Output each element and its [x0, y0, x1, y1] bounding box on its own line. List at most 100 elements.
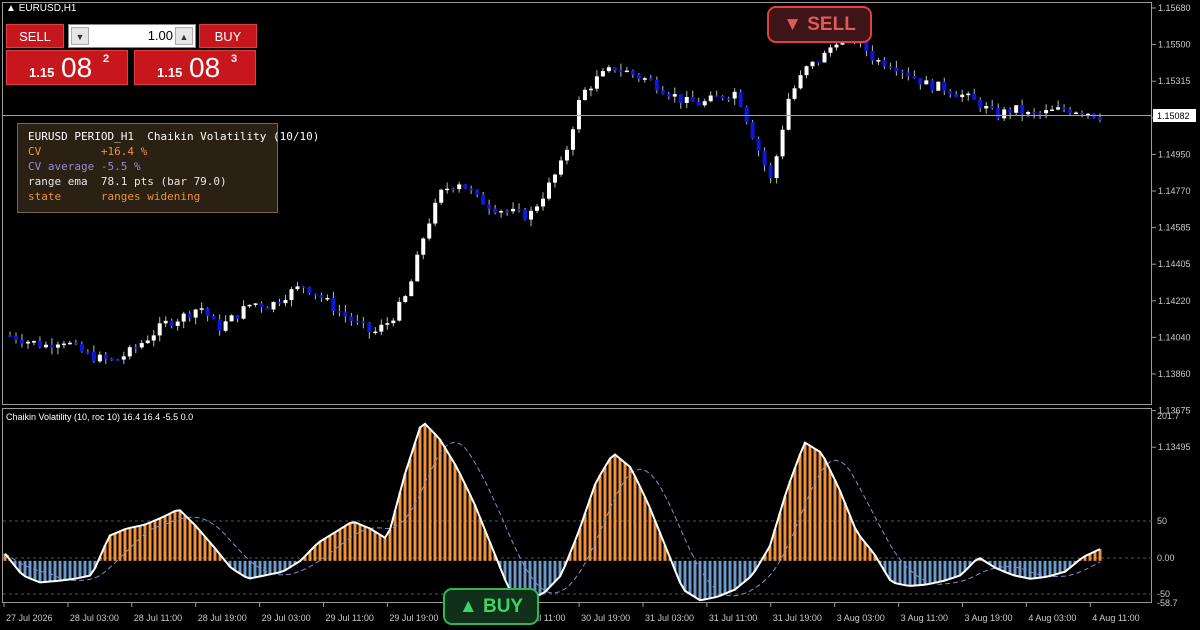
- price-tick-label: 1.14950: [1158, 149, 1191, 159]
- histogram-bar: [48, 560, 52, 582]
- histogram-bar: [143, 524, 147, 561]
- time-tick-label: 31 Jul 11:00: [709, 613, 757, 623]
- histogram-bar: [583, 513, 587, 561]
- histogram-bar: [933, 560, 937, 583]
- one-click-trading-panel: SELL ▼ 1.00 ▲ BUY 1.15 08 2 1.15 08 3: [6, 24, 257, 85]
- info-row: range ema 78.1 pts (bar 79.0): [28, 175, 227, 188]
- sell-price-button[interactable]: 1.15 08 2: [6, 50, 128, 85]
- histogram-bar: [853, 527, 857, 561]
- histogram-bar: [1028, 560, 1032, 579]
- lot-size-input[interactable]: 1.00: [91, 25, 173, 47]
- histogram-bar: [268, 560, 272, 575]
- triangle-up-icon[interactable]: ▲: [6, 3, 16, 14]
- histogram-bar: [448, 456, 452, 561]
- histogram-bar: [793, 467, 797, 561]
- histogram-bar: [383, 537, 387, 561]
- histogram-bar: [1018, 560, 1022, 577]
- histogram-bar: [388, 529, 392, 561]
- decrease-arrow-icon[interactable]: ▼: [71, 27, 89, 45]
- histogram-bar: [318, 541, 322, 561]
- histogram-bar: [428, 428, 432, 561]
- histogram-bar: [623, 462, 627, 561]
- histogram-bar: [728, 560, 732, 592]
- time-tick-label: 31 Jul 03:00: [645, 613, 694, 623]
- histogram-bar: [783, 496, 787, 561]
- increase-arrow-icon[interactable]: ▲: [175, 27, 193, 45]
- histogram-bar: [238, 560, 242, 574]
- chart-area[interactable]: 1.156801.155001.153151.151351.149501.147…: [0, 0, 1200, 630]
- histogram-bar: [713, 560, 717, 598]
- time-tick-label: 28 Jul 03:00: [70, 613, 119, 623]
- histogram-bar: [613, 454, 617, 561]
- histogram-bar: [938, 560, 942, 582]
- lot-size-stepper[interactable]: ▼ 1.00 ▲: [68, 24, 196, 48]
- price-tick-label: 1.13860: [1158, 369, 1191, 379]
- histogram-bar: [453, 464, 457, 561]
- histogram-bar: [683, 560, 687, 591]
- time-tick-label: 3 Aug 03:00: [837, 613, 885, 623]
- histogram-bar: [703, 560, 707, 600]
- histogram-bar: [1058, 560, 1062, 574]
- candle: [439, 188, 444, 206]
- histogram-bar: [123, 529, 127, 561]
- histogram-bar: [538, 560, 542, 595]
- time-tick-label: 28 Jul 19:00: [198, 613, 247, 623]
- candle: [936, 81, 941, 91]
- histogram-bar: [813, 448, 817, 561]
- histogram-bar: [168, 513, 172, 561]
- histogram-bar: [353, 522, 357, 561]
- histogram-bar: [953, 560, 957, 578]
- histogram-bar: [593, 484, 597, 561]
- histogram-bar: [648, 508, 652, 561]
- histogram-bar: [78, 560, 82, 578]
- sell-price-sup: 2: [103, 53, 110, 65]
- histogram-bar: [113, 533, 117, 561]
- histogram-bar: [163, 515, 167, 561]
- histogram-bar: [478, 517, 482, 561]
- price-tick-label: 1.15315: [1158, 76, 1191, 86]
- histogram-bar: [463, 484, 467, 561]
- histogram-bar: [263, 560, 267, 576]
- histogram-bar: [1043, 560, 1047, 577]
- histogram-bar: [808, 445, 812, 561]
- histogram-bar: [473, 505, 477, 561]
- histogram-bar: [598, 475, 602, 561]
- sell-button[interactable]: SELL: [6, 24, 64, 48]
- indicator-tick-label: 201.7: [1157, 411, 1180, 421]
- candle: [409, 279, 414, 297]
- indicator-info-box: EURUSD PERIOD_H1 Chaikin Volatility (10/…: [17, 123, 319, 213]
- current-price-label: 1.15082: [1157, 111, 1190, 121]
- histogram-bar: [53, 560, 57, 582]
- time-tick-label: 31 Jul 19:00: [773, 613, 822, 623]
- histogram-bar: [193, 525, 197, 561]
- sell-price-big: 08: [61, 52, 93, 83]
- histogram-bar: [243, 560, 247, 577]
- histogram-bar: [203, 536, 207, 561]
- time-tick-label: 28 Jul 11:00: [134, 613, 182, 623]
- histogram-bar: [643, 497, 647, 561]
- histogram-bar: [743, 560, 747, 582]
- time-tick-label: 27 Jul 2026: [6, 613, 53, 623]
- histogram-bar: [43, 560, 47, 582]
- histogram-bar: [148, 522, 152, 561]
- buy-price-big: 08: [189, 52, 221, 83]
- histogram-bar: [183, 515, 187, 561]
- histogram-bar: [248, 560, 252, 579]
- buy-button[interactable]: BUY: [199, 24, 257, 48]
- histogram-bar: [778, 512, 782, 561]
- histogram-bar: [373, 531, 377, 561]
- candle: [780, 125, 785, 160]
- histogram-bar: [893, 560, 897, 584]
- histogram-bar: [653, 520, 657, 561]
- time-tick-label: 3 Aug 11:00: [901, 613, 948, 623]
- candle: [415, 251, 420, 282]
- histogram-bar: [908, 560, 912, 586]
- indicator-tick-label: 50: [1157, 516, 1167, 526]
- histogram-bar: [738, 560, 742, 586]
- histogram-bar: [943, 560, 947, 581]
- indicator-tick-label: 0.00: [1157, 553, 1175, 563]
- price-tick-label: 1.14220: [1158, 296, 1191, 306]
- histogram-bar: [543, 560, 547, 592]
- buy-price-button[interactable]: 1.15 08 3: [134, 50, 256, 85]
- histogram-bar: [458, 473, 462, 561]
